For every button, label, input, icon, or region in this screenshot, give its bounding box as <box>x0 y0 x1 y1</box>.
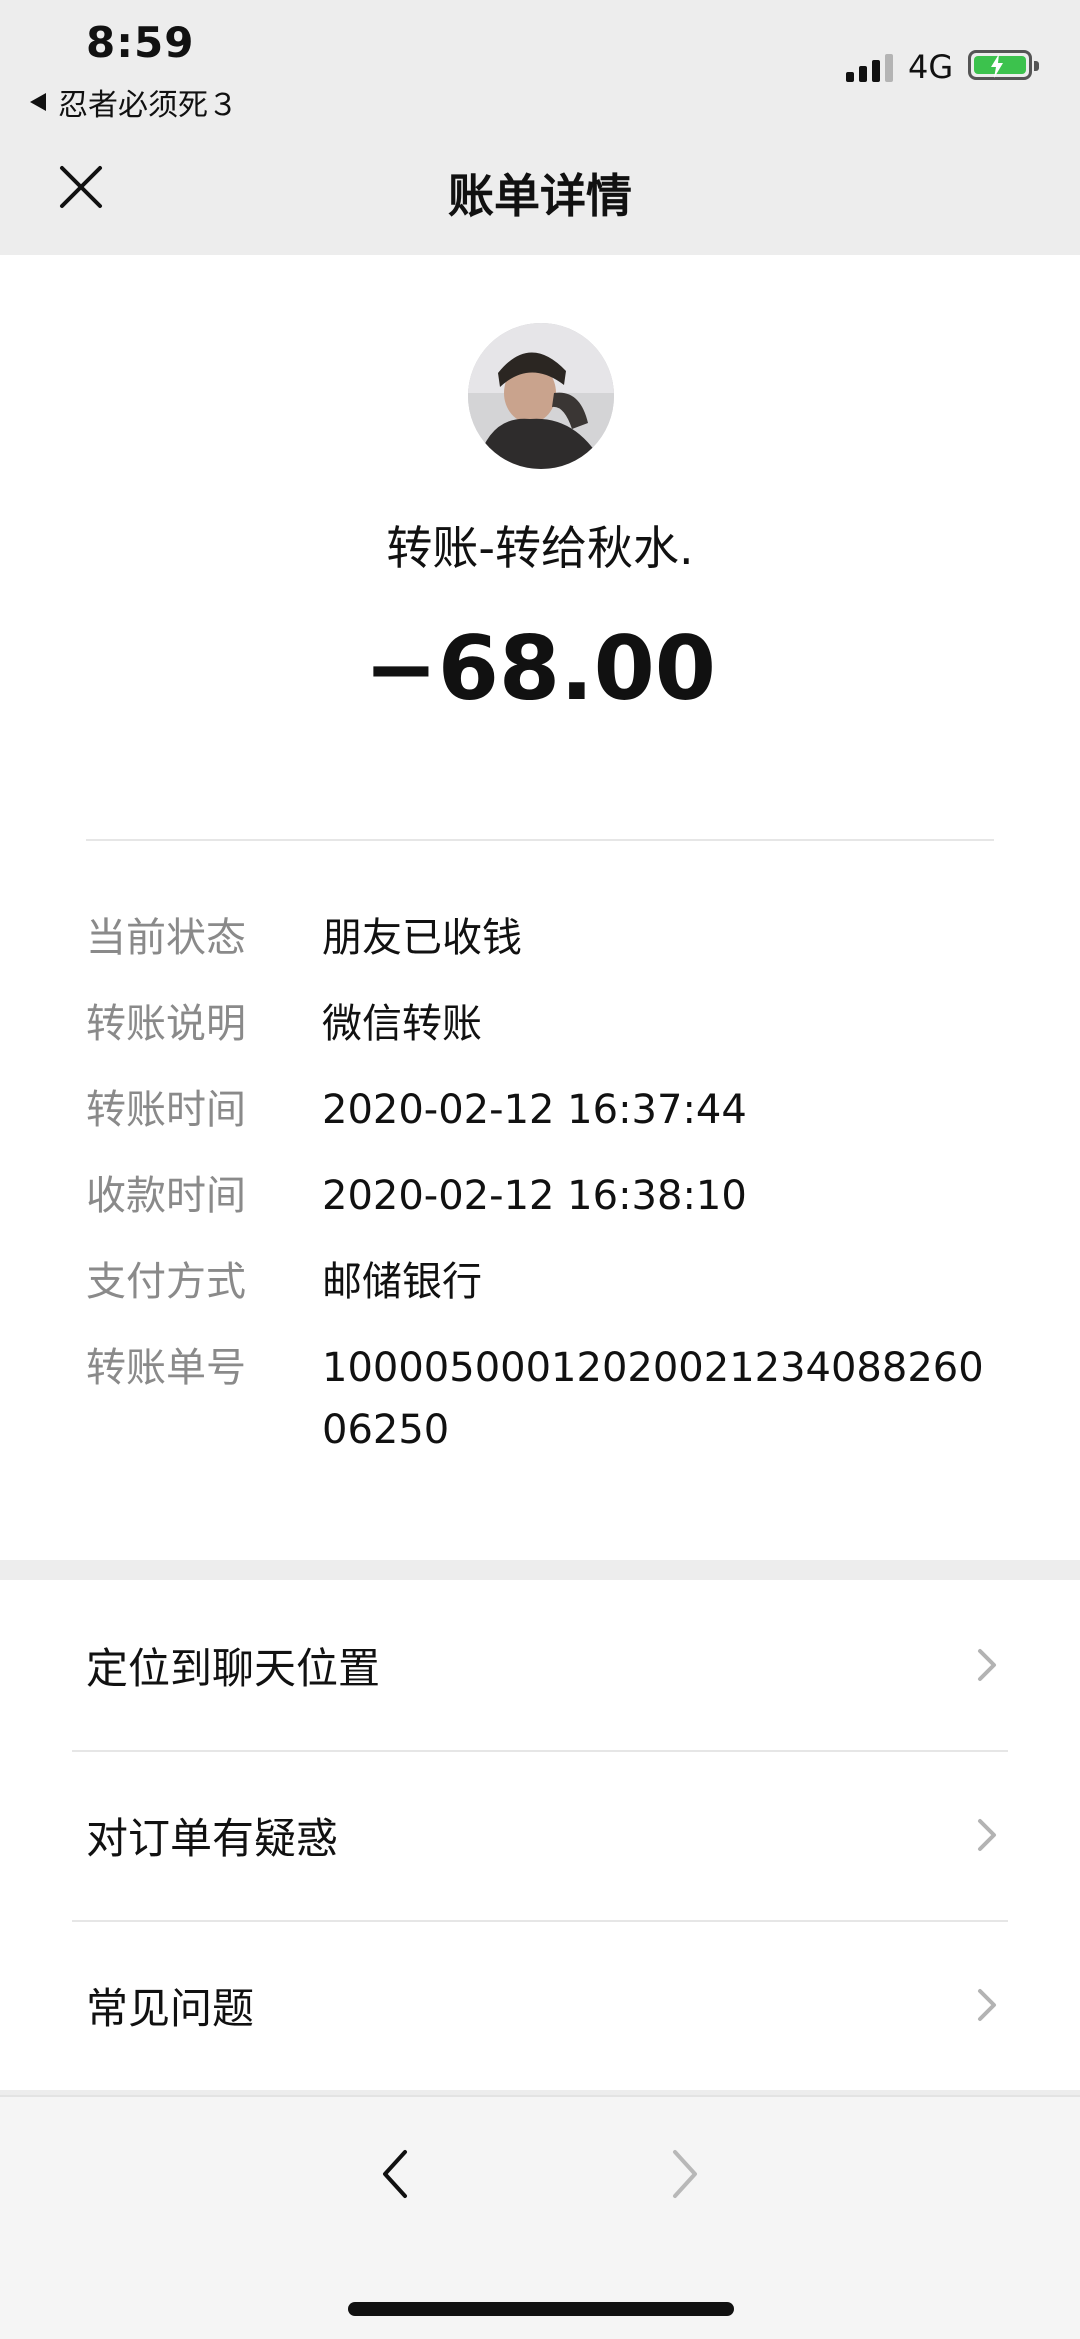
detail-label: 收款时间 <box>86 1173 246 1219</box>
back-to-app-link[interactable]: 忍者必须死３ <box>30 80 238 124</box>
detail-row-payment-method: 支付方式 邮储银行 <box>86 1239 1006 1325</box>
detail-value: 微信转账 <box>322 1001 482 1047</box>
detail-row-transfer-time: 转账时间 2020-02-12 16:37:44 <box>86 1067 1006 1153</box>
detail-label: 转账时间 <box>86 1087 246 1133</box>
action-menu: 定位到聊天位置 对订单有疑惑 常见问题 <box>0 1580 1080 2090</box>
detail-row-transaction-id: 转账单号 10000500012020021234088260​06250 <box>86 1325 1006 1461</box>
bill-detail-card: 转账-转给秋水. −68.00 当前状态 朋友已收钱 转账说明 微信转账 转账时… <box>0 255 1080 1560</box>
cellular-signal-icon <box>846 50 896 82</box>
chevron-right-icon <box>978 1649 996 1681</box>
menu-item-order-question[interactable]: 对订单有疑惑 <box>86 1750 1000 1920</box>
transfer-amount: −68.00 <box>363 617 717 720</box>
detail-label: 支付方式 <box>86 1259 246 1305</box>
chevron-right-icon <box>978 1819 996 1851</box>
detail-value: 2020-02-12 16:38:10 <box>322 1173 747 1219</box>
battery-charging-icon <box>968 50 1039 80</box>
chevron-right-icon <box>673 2150 697 2198</box>
clock: 8:59 <box>86 18 195 67</box>
detail-value: 朋友已收钱 <box>322 915 522 961</box>
detail-row-note: 转账说明 微信转账 <box>86 981 1006 1067</box>
transaction-id-value: 10000500012020021234088260​06250 <box>322 1345 984 1453</box>
payee-avatar <box>468 323 614 469</box>
detail-value: 邮储银行 <box>322 1259 482 1305</box>
detail-label: 当前状态 <box>86 915 246 961</box>
forward-button[interactable] <box>665 2144 705 2204</box>
network-type: 4G <box>908 48 954 86</box>
transfer-title: 转账-转给秋水. <box>386 521 694 575</box>
menu-item-locate-in-chat[interactable]: 定位到聊天位置 <box>86 1580 1000 1750</box>
detail-row-received-time: 收款时间 2020-02-12 16:38:10 <box>86 1153 1006 1239</box>
detail-row-status: 当前状态 朋友已收钱 <box>86 895 1006 981</box>
chevron-left-icon <box>383 2150 407 2198</box>
menu-item-label: 常见问题 <box>86 1983 255 2033</box>
status-bar: 8:59 忍者必须死３ 4G <box>0 0 1080 123</box>
detail-value: 2020-02-12 16:37:44 <box>322 1087 747 1133</box>
back-app-label: 忍者必须死３ <box>58 88 238 123</box>
back-button[interactable] <box>375 2144 415 2204</box>
detail-label: 转账说明 <box>86 1001 246 1047</box>
screen: 8:59 忍者必须死３ 4G 账单详情 转账-转给秋水. −68.00 当前状态… <box>0 0 1080 2339</box>
menu-item-label: 定位到聊天位置 <box>86 1643 381 1693</box>
menu-item-faq[interactable]: 常见问题 <box>86 1920 1000 2090</box>
back-triangle-icon <box>30 93 46 111</box>
detail-label: 转账单号 <box>86 1345 246 1391</box>
divider <box>86 839 994 841</box>
chevron-right-icon <box>978 1989 996 2021</box>
menu-item-label: 对订单有疑惑 <box>86 1813 339 1863</box>
page-title: 账单详情 <box>448 169 632 223</box>
detail-list: 当前状态 朋友已收钱 转账说明 微信转账 转账时间 2020-02-12 16:… <box>86 895 1006 1461</box>
home-indicator[interactable] <box>348 2302 734 2316</box>
